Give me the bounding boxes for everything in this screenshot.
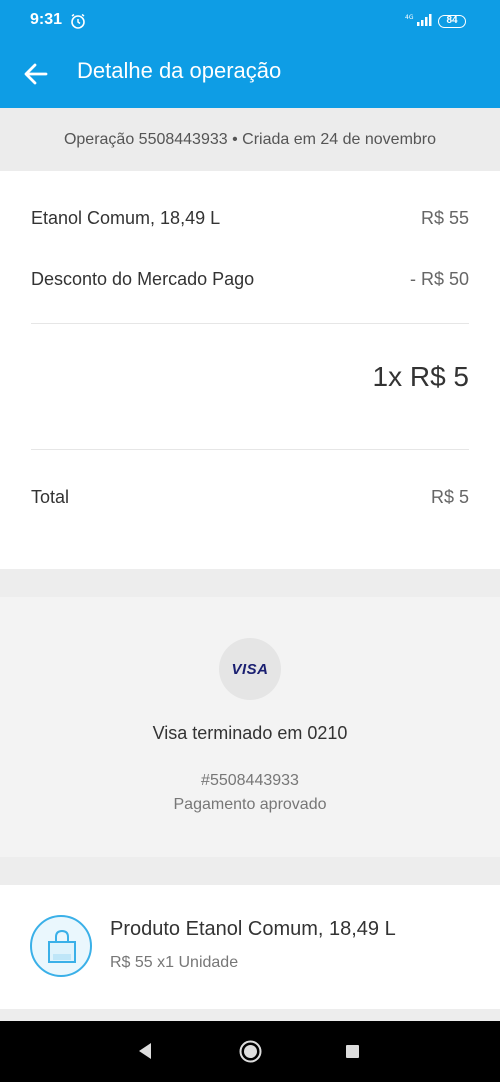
signal-4g-icon: 4G	[405, 14, 432, 26]
operation-banner: Operação 5508443933 • Criada em 24 de no…	[0, 108, 500, 171]
battery-indicator: 84	[438, 15, 466, 28]
summary-card: Etanol Comum, 18,49 L R$ 55 Desconto do …	[0, 171, 500, 569]
line-item-amount: R$ 55	[420, 208, 469, 228]
total-row: Total R$ 5	[31, 487, 469, 508]
status-bar: 9:31 4G 84	[0, 0, 500, 38]
back-arrow-icon[interactable]	[22, 60, 50, 88]
total-label: Total	[31, 487, 70, 507]
divider	[31, 323, 469, 324]
total-amount: R$ 5	[430, 487, 469, 507]
status-time: 9:31	[30, 11, 63, 28]
network-type-label: 4G	[405, 14, 414, 21]
line-item: Etanol Comum, 18,49 L R$ 55	[31, 208, 469, 229]
discount-label: Desconto do Mercado Pago	[31, 269, 255, 289]
product-card[interactable]: Produto Etanol Comum, 18,49 L R$ 55 x1 U…	[0, 885, 500, 1009]
installments-amount: 1x R$ 5	[372, 361, 470, 392]
visa-card-icon: VISA	[219, 638, 281, 700]
nav-back-icon[interactable]	[137, 1042, 153, 1060]
payment-card: VISA Visa terminado em 0210 #5508443933 …	[0, 597, 500, 857]
page-title: Detalhe da operação	[77, 58, 282, 83]
nav-home-icon[interactable]	[239, 1040, 262, 1063]
divider	[31, 449, 469, 450]
discount-item: Desconto do Mercado Pago - R$ 50	[31, 269, 469, 290]
product-title: Produto Etanol Comum, 18,49 L	[110, 918, 396, 940]
app-bar: Detalhe da operação	[0, 38, 500, 108]
operation-number: #5508443933	[201, 772, 299, 789]
card-brand-label: VISA	[231, 660, 269, 678]
alarm-clock-icon	[71, 13, 85, 29]
card-description: Visa terminado em 0210	[152, 723, 348, 743]
product-subtitle: R$ 55 x1 Unidade	[110, 954, 239, 971]
line-item-label: Etanol Comum, 18,49 L	[31, 208, 221, 228]
payment-status: Pagamento aprovado	[173, 796, 327, 813]
nav-recents-icon[interactable]	[346, 1045, 359, 1058]
discount-amount: - R$ 50	[409, 269, 469, 289]
system-nav-bar	[0, 1021, 500, 1082]
shopping-bag-icon	[30, 915, 92, 977]
